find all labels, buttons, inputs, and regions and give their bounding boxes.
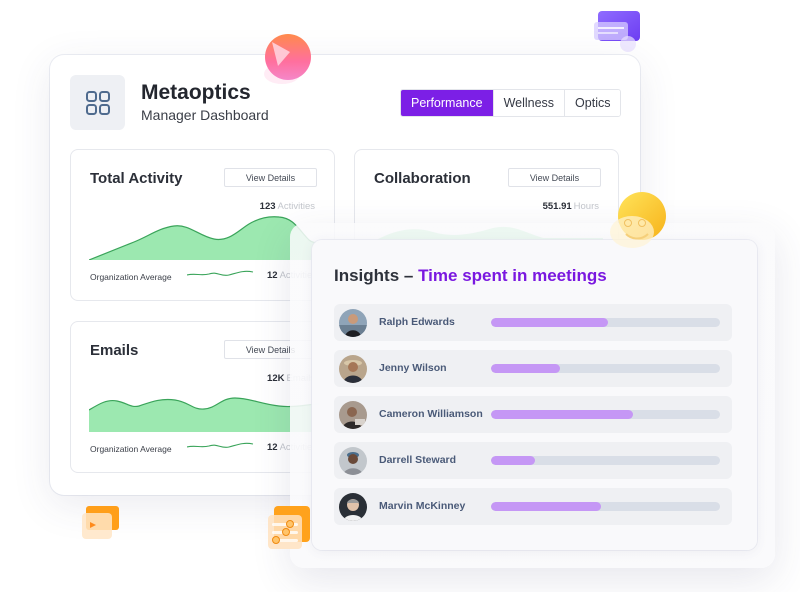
insights-card: Insights – Time spent in meetings Ralph … [312,240,757,550]
org-value-number: 12 [267,270,278,281]
value-unit: Hours [573,201,599,212]
org-value-number: 12 [267,442,278,453]
meeting-time-bar [491,318,720,327]
area-fill [89,216,319,260]
video-card-icon [80,503,122,543]
avatar [339,447,367,475]
org-sparkline [187,270,254,276]
emails-area-chart [89,397,319,432]
insights-panel: Insights – Time spent in meetings Ralph … [290,223,775,568]
avatar [339,493,367,521]
person-row[interactable]: Marvin McKinney [334,488,732,525]
brand-title: Metaoptics [141,81,251,104]
avatar [339,401,367,429]
meeting-time-bar [491,364,720,373]
org-average-label: Organization Average [90,444,172,454]
metric-value: 551.91 Hours [543,201,599,212]
person-row[interactable]: Jenny Wilson [334,350,732,387]
play-bubble-icon [258,30,318,90]
value-unit: Activities [277,201,315,212]
value-number: 551.91 [542,201,572,212]
meeting-time-fill [491,502,601,511]
person-name: Marvin McKinney [379,500,466,512]
settings-card-icon [266,503,314,553]
metric-value: 123 Activities [260,201,315,212]
meeting-time-fill [491,318,608,327]
meeting-time-fill [491,364,560,373]
person-name: Jenny Wilson [379,362,447,374]
activity-area-chart [89,216,319,260]
card-title: Emails [90,342,139,359]
insights-title-prefix: Insights – [334,266,414,285]
person-name: Darrell Steward [379,454,457,466]
org-average-label: Organization Average [90,272,172,282]
smiley-icon [604,190,670,252]
card-title: Total Activity [90,170,183,187]
card-stack-icon [592,8,644,56]
org-sparkline [187,442,254,448]
value-number: 123 [259,201,276,212]
tab-bar: Performance Wellness Optics [400,89,622,117]
grid-icon [85,90,110,115]
person-row[interactable]: Ralph Edwards [334,304,732,341]
person-name: Cameron Williamson [379,408,483,420]
meeting-time-fill [491,410,633,419]
insights-title: Insights – Time spent in meetings [334,266,607,286]
meeting-time-bar [491,502,720,511]
tab-performance[interactable]: Performance [401,90,493,116]
avatar [339,355,367,383]
view-details-button[interactable]: View Details [224,168,317,187]
person-row[interactable]: Darrell Steward [334,442,732,479]
value-number: 12K [267,373,285,384]
view-details-button[interactable]: View Details [508,168,601,187]
tab-wellness[interactable]: Wellness [492,90,565,116]
avatar [339,309,367,337]
tab-optics[interactable]: Optics [564,90,621,116]
meeting-time-bar [491,456,720,465]
person-name: Ralph Edwards [379,316,455,328]
insights-title-accent: Time spent in meetings [418,266,607,285]
logo [70,75,125,130]
meeting-time-fill [491,456,535,465]
meeting-time-bar [491,410,720,419]
person-row[interactable]: Cameron Williamson [334,396,732,433]
brand-subtitle: Manager Dashboard [141,107,269,123]
card-title: Collaboration [374,170,471,187]
